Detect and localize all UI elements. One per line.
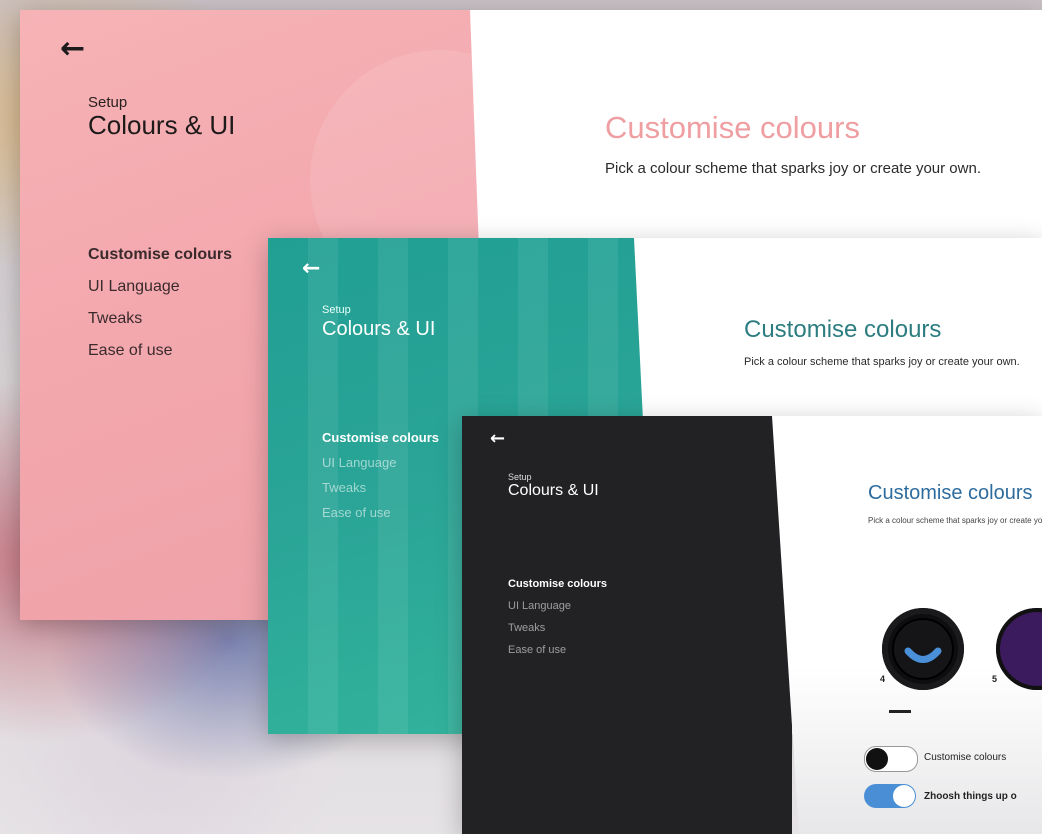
content-title: Customise colours bbox=[605, 110, 860, 145]
sidebar: ← Setup Colours & UI Customise colours U… bbox=[462, 416, 792, 834]
swatch-number: 4 bbox=[880, 674, 886, 684]
nav-item-ui-language[interactable]: UI Language bbox=[508, 600, 607, 622]
nav-item-customise-colours[interactable]: Customise colours bbox=[322, 430, 439, 455]
nav-item-ease-of-use[interactable]: Ease of use bbox=[322, 505, 439, 530]
section-nav: Customise colours UI Language Tweaks Eas… bbox=[322, 430, 439, 530]
nav-item-tweaks[interactable]: Tweaks bbox=[508, 622, 607, 644]
content-description: Pick a colour scheme that sparks joy or … bbox=[744, 356, 1020, 368]
eyebrow-label: Setup bbox=[88, 94, 128, 111]
nav-item-tweaks[interactable]: Tweaks bbox=[322, 480, 439, 505]
customise-colours-toggle[interactable] bbox=[864, 746, 918, 772]
toggle-label: Zhoosh things up o bbox=[924, 791, 1017, 802]
content-description: Pick a colour scheme that sparks joy or … bbox=[868, 516, 1042, 525]
page-title: Colours & UI bbox=[88, 110, 236, 140]
colour-scheme-swatch-4[interactable] bbox=[882, 608, 964, 690]
eyebrow-label: Setup bbox=[322, 304, 351, 316]
nav-item-tweaks[interactable]: Tweaks bbox=[88, 310, 232, 342]
back-arrow-icon[interactable]: ← bbox=[302, 258, 320, 280]
content-title: Customise colours bbox=[744, 316, 942, 343]
section-nav: Customise colours UI Language Tweaks Eas… bbox=[508, 578, 607, 666]
nav-item-ease-of-use[interactable]: Ease of use bbox=[508, 644, 607, 666]
page-title: Colours & UI bbox=[322, 318, 436, 340]
colour-scheme-swatch-5[interactable] bbox=[996, 608, 1042, 690]
selected-indicator bbox=[889, 710, 911, 713]
zhoosh-toggle[interactable] bbox=[864, 784, 916, 808]
nav-item-ui-language[interactable]: UI Language bbox=[322, 455, 439, 480]
nav-item-ui-language[interactable]: UI Language bbox=[88, 278, 232, 310]
back-arrow-icon[interactable]: ← bbox=[60, 34, 85, 64]
eyebrow-label: Setup bbox=[508, 472, 532, 482]
content-area: Customise colours Pick a colour scheme t… bbox=[772, 416, 1042, 834]
swatch-number: 5 bbox=[992, 674, 998, 684]
page-title: Colours & UI bbox=[508, 482, 599, 499]
smile-icon bbox=[892, 618, 954, 680]
nav-item-customise-colours[interactable]: Customise colours bbox=[88, 246, 232, 278]
toggle-label: Customise colours bbox=[924, 752, 1007, 763]
back-arrow-icon[interactable]: ← bbox=[490, 430, 505, 448]
nav-item-ease-of-use[interactable]: Ease of use bbox=[88, 342, 232, 374]
nav-item-customise-colours[interactable]: Customise colours bbox=[508, 578, 607, 600]
content-description: Pick a colour scheme that sparks joy or … bbox=[605, 160, 981, 177]
setup-window-dark: ← Setup Colours & UI Customise colours U… bbox=[462, 416, 1042, 834]
section-nav: Customise colours UI Language Tweaks Eas… bbox=[88, 246, 232, 374]
content-title: Customise colours bbox=[868, 482, 1033, 504]
